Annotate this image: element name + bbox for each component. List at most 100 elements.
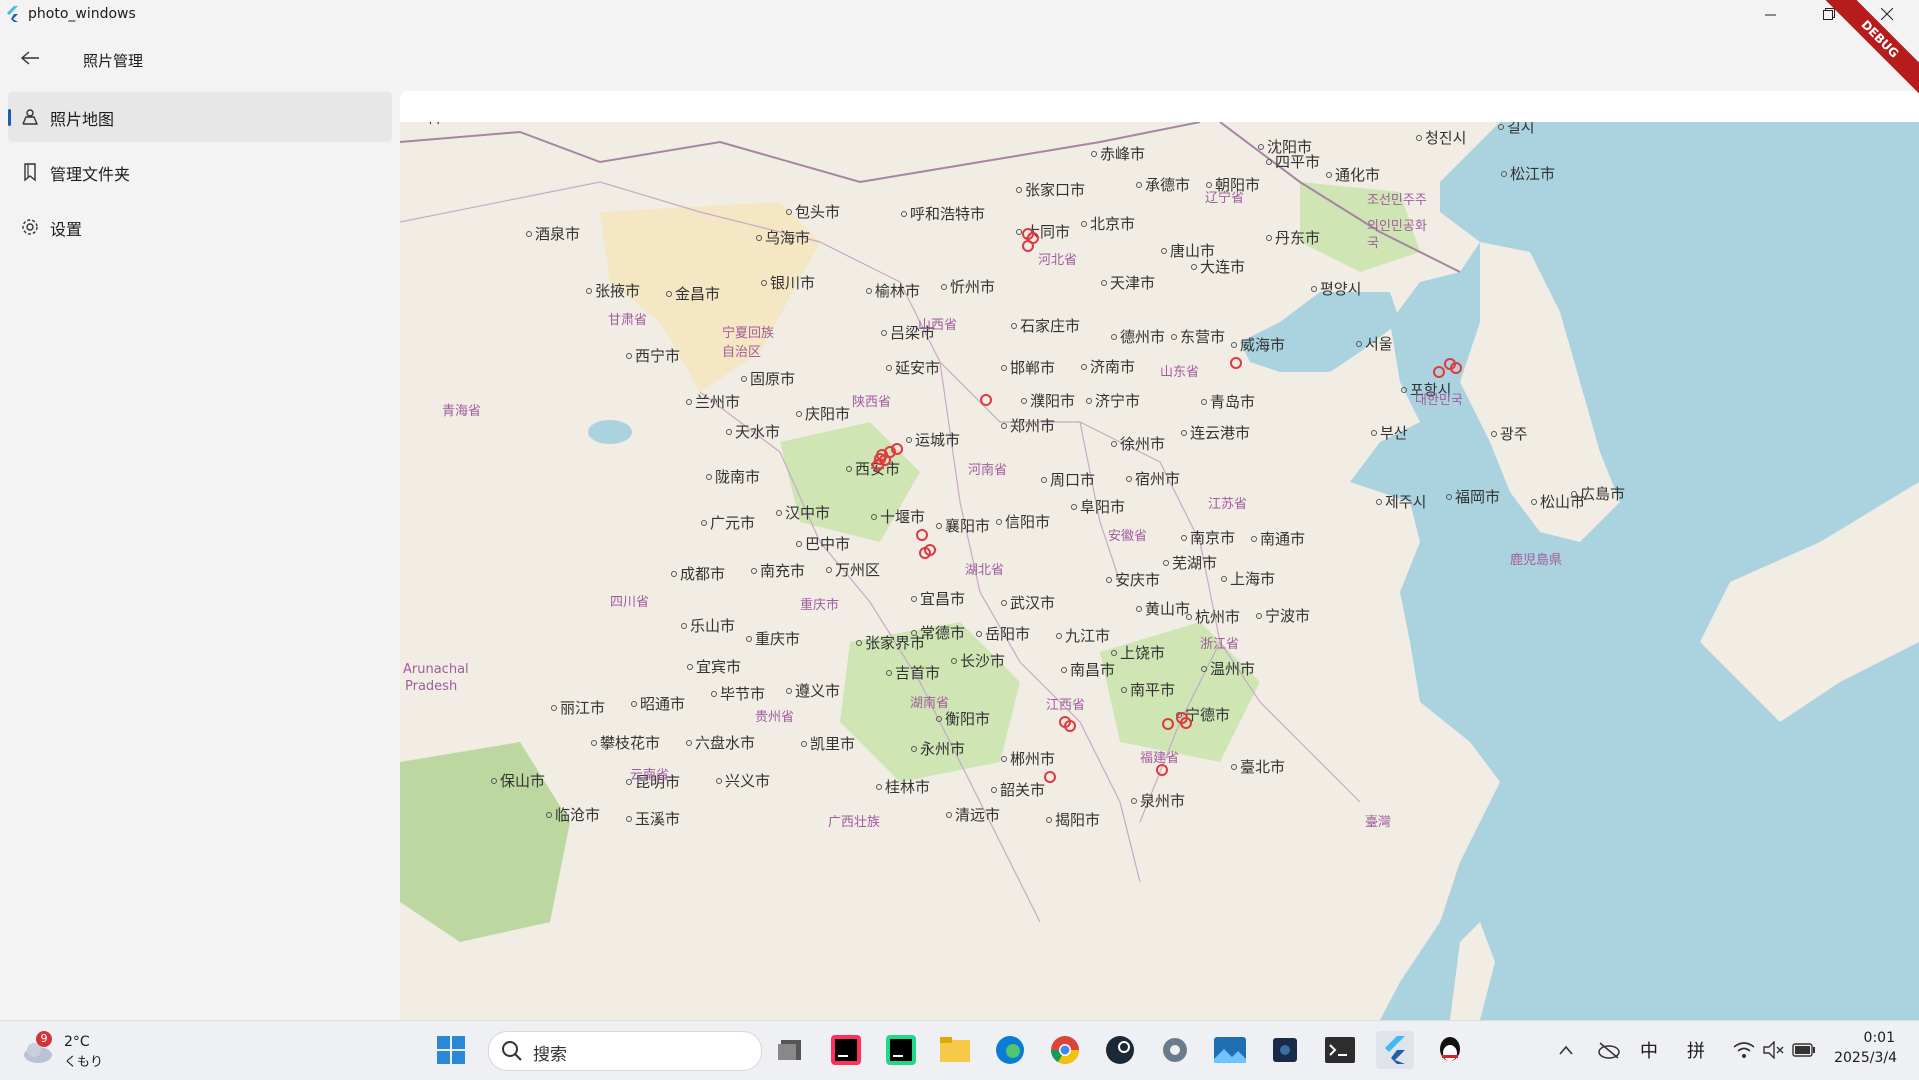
map-city-label: 陇南市 (715, 468, 760, 486)
map-city-dot (1001, 756, 1007, 762)
map-region-label: 安徽省 (1108, 529, 1147, 544)
map-city-dot (1181, 430, 1187, 436)
map-city-dot (1326, 172, 1332, 178)
map-city-label: 汉中市 (785, 504, 830, 522)
battery-button[interactable] (1789, 1031, 1819, 1069)
photos-app-button[interactable] (1211, 1031, 1249, 1069)
map-city-label: Владиво (400, 122, 467, 126)
pycharm-button[interactable] (882, 1031, 920, 1069)
ime-layout-indicator[interactable]: 拼 (1687, 1037, 1705, 1063)
map-region-label: 湖北省 (965, 563, 1004, 578)
photo-location-marker[interactable] (1230, 357, 1242, 369)
map-city-dot (886, 365, 892, 371)
onedrive-button[interactable] (1594, 1031, 1624, 1069)
map-city-label: 临沧市 (555, 806, 600, 824)
game-app-button[interactable] (1266, 1031, 1304, 1069)
map-city-dot (1371, 430, 1377, 436)
map-city-dot (1061, 667, 1067, 673)
clock-time[interactable]: 0:01 (1864, 1030, 1895, 1046)
map-city-label: 郑州市 (1010, 417, 1055, 435)
page-title: 照片管理 (83, 52, 144, 70)
map-city-label: 揭阳市 (1055, 811, 1100, 829)
app-bar: 照片管理 (0, 28, 1919, 86)
photo-location-marker[interactable] (1433, 366, 1445, 378)
file-explorer-button[interactable] (936, 1031, 974, 1069)
map-city-label: 臺北市 (1240, 758, 1285, 776)
photo-location-marker[interactable] (980, 394, 992, 406)
map-city-label: 呼和浩特市 (910, 205, 985, 223)
steam-button[interactable] (1101, 1031, 1139, 1069)
map-city-dot (976, 631, 982, 637)
map-region-label: 山东省 (1160, 365, 1199, 380)
back-button[interactable] (14, 44, 46, 72)
map-city-dot (1111, 441, 1117, 447)
map-city-dot (686, 399, 692, 405)
tray-overflow-button[interactable] (1551, 1031, 1581, 1069)
map-city-label: 济南市 (1090, 358, 1135, 376)
map-city-dot (686, 740, 692, 746)
weather-badge: 9 (36, 1031, 52, 1047)
map-region-label: 甘肃省 (608, 313, 647, 328)
map-city-label: 濮阳市 (1030, 392, 1075, 410)
qq-button[interactable] (1431, 1031, 1469, 1069)
photo-location-marker[interactable] (1044, 771, 1056, 783)
photo-location-marker[interactable] (1022, 240, 1034, 252)
clock-date[interactable]: 2025/3/4 (1834, 1050, 1897, 1066)
edge-icon (996, 1036, 1024, 1064)
minimize-button[interactable] (1742, 0, 1799, 28)
map-city-label: 上饶市 (1120, 644, 1165, 662)
map-city-dot (901, 211, 907, 217)
map-region-label: 浙江省 (1200, 637, 1239, 652)
photo-location-marker[interactable] (916, 529, 928, 541)
map-city-label: 南平市 (1130, 681, 1175, 699)
flutter-app-button[interactable] (1376, 1031, 1414, 1069)
ime-mode-indicator[interactable]: 中 (1640, 1037, 1658, 1063)
intellij-button[interactable] (827, 1031, 865, 1069)
photo-location-marker[interactable] (1156, 764, 1168, 776)
nav-item-photo-map[interactable]: 照片地图 (8, 92, 392, 142)
task-view-button[interactable] (772, 1031, 810, 1069)
map-city-dot (871, 514, 877, 520)
map-city-dot (1256, 613, 1262, 619)
map-city-dot (631, 701, 637, 707)
map-city-label: 南充市 (760, 562, 805, 580)
photo-location-marker[interactable] (1162, 718, 1174, 730)
settings-app-button[interactable] (1156, 1031, 1194, 1069)
map-city-dot (1163, 560, 1169, 566)
map-city-label: 九江市 (1065, 627, 1110, 645)
terminal-button[interactable] (1321, 1031, 1359, 1069)
wifi-button[interactable] (1729, 1031, 1759, 1069)
map-city-dot (996, 519, 1002, 525)
edge-button[interactable] (991, 1031, 1029, 1069)
map-city-dot (1498, 124, 1504, 130)
weather-widget[interactable]: 9 2°C くもり (20, 1031, 120, 1071)
map-city-dot (906, 437, 912, 443)
map-city-label: 巴中市 (805, 535, 850, 553)
map-city-label: 赤峰市 (1100, 145, 1145, 163)
map-city-label: 榆林市 (875, 282, 920, 300)
map-city-label: 岳阳市 (985, 625, 1030, 643)
map-city-dot (886, 670, 892, 676)
title-bar: photo_windows (0, 0, 1919, 28)
start-button[interactable] (432, 1031, 470, 1069)
map-city-label: 부산 (1380, 424, 1408, 442)
photo-map[interactable]: 酒泉市 张掖市 金昌市 西宁市 兰州市 包头市 乌海市 呼和浩特市 银川市 榆林市 忻州市 大同市 张家… (400, 122, 1919, 1020)
map-city-label: 忻州市 (950, 278, 995, 296)
map-city-label: 连云港市 (1190, 424, 1250, 442)
chrome-button[interactable] (1046, 1031, 1084, 1069)
map-city-label: 청진시 (1425, 129, 1466, 147)
volume-button[interactable] (1759, 1031, 1789, 1069)
map-city-label: 丹东市 (1275, 229, 1320, 247)
map-region-label: 河南省 (968, 462, 1007, 478)
map-city-dot (1121, 687, 1127, 693)
nav-label-photo-map: 照片地图 (50, 110, 115, 129)
map-city-dot (671, 571, 677, 577)
map-city-label: 西宁市 (635, 347, 680, 365)
nav-item-manage-folders[interactable]: 管理文件夹 (8, 147, 392, 197)
search-box[interactable]: 搜索 (488, 1031, 762, 1071)
map-city-label: 서울 (1365, 335, 1393, 353)
nav-item-settings[interactable]: 设置 (8, 202, 392, 252)
map-city-label: 兰州市 (695, 393, 740, 411)
map-city-dot (1021, 398, 1027, 404)
map-city-label: 邯郸市 (1010, 359, 1055, 377)
